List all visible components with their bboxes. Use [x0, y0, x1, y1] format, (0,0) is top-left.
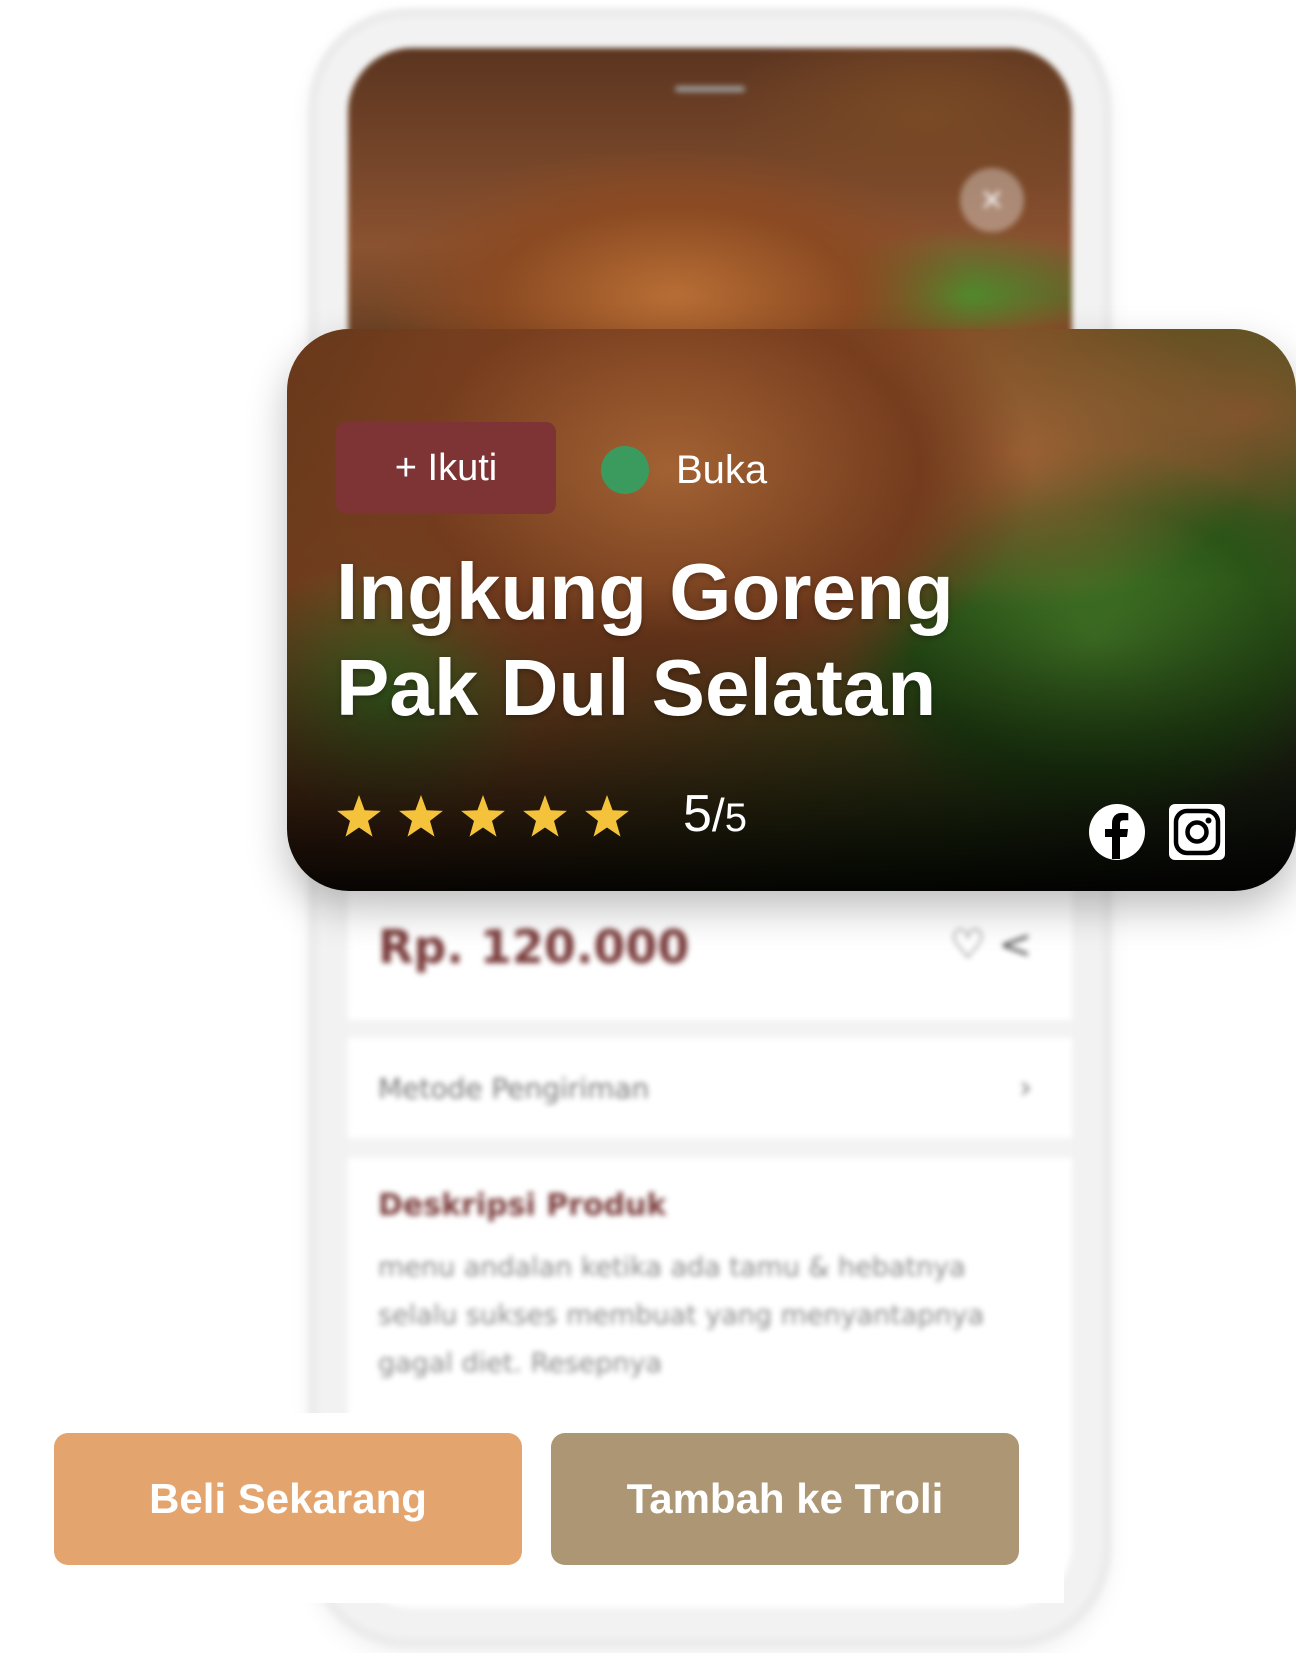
- phone-notch: [675, 86, 745, 92]
- social-links: [1088, 803, 1226, 861]
- instagram-icon[interactable]: [1168, 803, 1226, 861]
- status-dot-icon: [601, 446, 649, 494]
- buy-now-button[interactable]: Beli Sekarang: [54, 1433, 522, 1565]
- heart-icon[interactable]: ♡: [950, 922, 986, 968]
- rating-stars: [336, 794, 630, 840]
- action-bar: Beli Sekarang Tambah ke Troli: [0, 1413, 1064, 1603]
- star-icon: [337, 795, 381, 837]
- star-icon: [461, 795, 505, 837]
- share-icon[interactable]: <: [998, 922, 1032, 968]
- facebook-icon[interactable]: [1088, 803, 1146, 861]
- store-hero-card: + Ikuti Buka Ingkung Goreng Pak Dul Sela…: [287, 329, 1296, 891]
- rating-value: 5: [683, 785, 712, 843]
- price-actions: ♡ <: [950, 922, 1032, 968]
- store-name: Ingkung Goreng Pak Dul Selatan: [336, 544, 1236, 736]
- star-icon: [523, 795, 567, 837]
- store-name-line1: Ingkung Goreng: [336, 547, 954, 636]
- product-price: Rp. 120.000: [378, 920, 690, 974]
- follow-button[interactable]: + Ikuti: [336, 422, 556, 514]
- shipping-method-label: Metode Pengiriman: [378, 1072, 650, 1105]
- star-icon: [585, 795, 629, 837]
- description-text: menu andalan ketika ada tamu & hebatnya …: [378, 1252, 985, 1379]
- star-icon: [399, 795, 443, 837]
- chevron-right-icon: ›: [1019, 1068, 1032, 1106]
- rating-score: 5/5: [683, 784, 747, 848]
- shipping-method-row[interactable]: Metode Pengiriman ›: [348, 1038, 1072, 1138]
- price-section: Rp. 120.000 ♡ <: [348, 870, 1072, 1020]
- store-status: Buka: [676, 448, 768, 492]
- rating-max: 5: [724, 796, 747, 840]
- store-name-line2: Pak Dul Selatan: [336, 643, 937, 732]
- close-icon[interactable]: ×: [960, 168, 1024, 232]
- description-title: Deskripsi Produk: [378, 1188, 667, 1223]
- rating-separator: /: [711, 789, 725, 841]
- add-to-cart-button[interactable]: Tambah ke Troli: [551, 1433, 1019, 1565]
